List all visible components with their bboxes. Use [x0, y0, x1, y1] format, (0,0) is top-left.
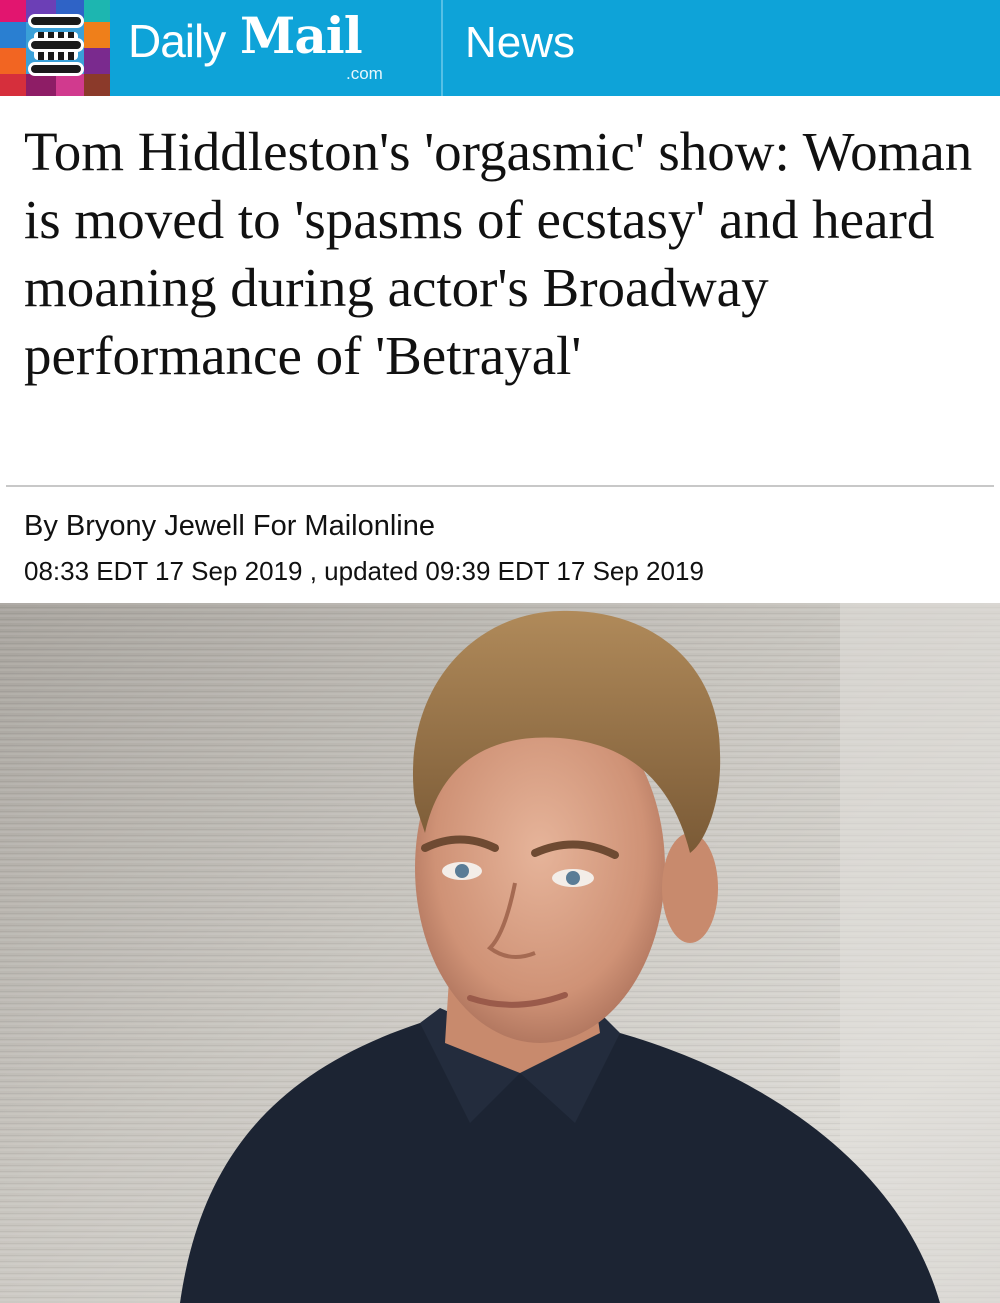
hamburger-menu-icon: [28, 14, 84, 76]
logo-mail-text: Mail: [240, 6, 363, 65]
article-headline: Tom Hiddleston's 'orgasmic' show: Woman …: [24, 121, 973, 386]
section-link-news[interactable]: News: [465, 18, 575, 68]
article-byline: By Bryony Jewell For Mailonline: [24, 510, 435, 542]
header-divider: [441, 0, 443, 96]
site-header: Daily Mail .com News: [0, 0, 1000, 96]
logo-daily-text: Daily: [128, 15, 226, 67]
menu-button[interactable]: [0, 0, 110, 96]
article-photo: [0, 603, 1000, 1303]
headline-divider: [6, 485, 994, 487]
article-timestamp: 08:33 EDT 17 Sep 2019 , updated 09:39 ED…: [24, 556, 704, 586]
logo-domain-text: .com: [346, 64, 383, 83]
